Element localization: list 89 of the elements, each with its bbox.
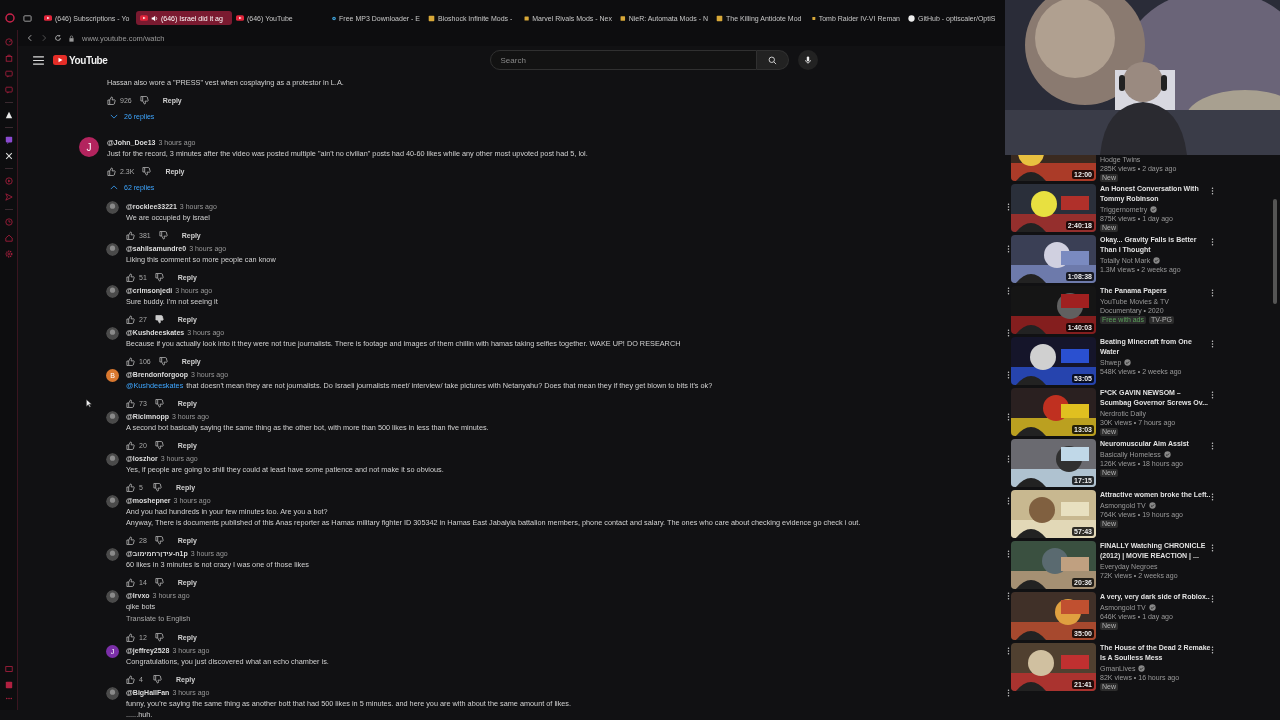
dislike-icon[interactable] [158,230,168,240]
triangle-icon[interactable] [4,111,13,119]
more-icon[interactable] [1211,340,1214,348]
like-icon[interactable] [126,482,135,492]
avatar[interactable] [106,590,119,603]
gear-icon[interactable] [4,250,13,258]
more-icon[interactable] [1007,245,1010,253]
avatar[interactable] [106,548,119,561]
dislike-icon[interactable] [154,272,164,282]
avatar[interactable]: J [79,137,99,157]
like-icon[interactable] [126,314,135,324]
avatar[interactable] [106,453,119,466]
square-icon [812,14,816,22]
reload-icon[interactable] [54,34,62,42]
like-icon[interactable] [126,398,135,408]
avatar[interactable] [106,411,119,424]
dislike-icon[interactable] [154,632,164,642]
tabs-icon[interactable] [23,13,32,23]
dislike-icon[interactable] [154,577,164,587]
lock-icon [68,34,75,42]
square-icon [428,14,435,22]
avatar[interactable] [106,285,119,298]
like-icon[interactable] [107,166,116,176]
x-icon[interactable] [4,152,13,160]
more-icon[interactable] [1007,287,1010,295]
like-icon[interactable] [126,272,135,282]
more-icon[interactable] [1007,497,1010,505]
more-icon[interactable] [1007,689,1010,697]
like-icon[interactable] [126,577,135,587]
dislike-icon[interactable] [153,482,162,492]
dislike-icon[interactable] [158,356,168,366]
play-icon [140,15,148,21]
microphone-button[interactable] [797,50,818,70]
dislike-icon[interactable] [154,398,164,408]
cursor-icon [86,399,92,408]
bubble-icon[interactable] [4,136,13,144]
youtube-logo[interactable]: YouTube [53,54,108,66]
dislike-icon[interactable] [139,95,149,105]
search-button[interactable] [756,50,789,70]
disc-icon [332,14,337,22]
more-icon[interactable] [1007,647,1010,655]
more-icon[interactable] [1007,413,1010,421]
like-icon[interactable] [126,674,135,684]
chevron-icon [110,113,118,119]
dislike-icon[interactable] [142,166,152,176]
more-icon[interactable] [1007,455,1010,463]
avatar[interactable] [106,201,119,214]
more-icon[interactable] [1211,391,1214,399]
more-icon[interactable] [1211,238,1214,246]
more-icon[interactable] [1007,203,1010,211]
play-icon [236,15,244,21]
search-field[interactable]: Search [489,50,757,70]
more-icon[interactable] [1211,442,1214,450]
menu-icon[interactable] [33,55,44,65]
dislike-icon[interactable] [154,535,164,545]
microphone-icon [803,56,812,64]
avatar[interactable] [106,243,119,256]
dislike-icon[interactable] [154,314,164,324]
back-icon[interactable] [26,34,34,42]
avatar[interactable] [106,687,119,700]
more-icon[interactable] [1211,493,1214,501]
avatar[interactable] [106,327,119,340]
play-icon [44,15,52,21]
more-icon[interactable] [1211,595,1214,603]
more-icon[interactable] [1007,329,1010,337]
scrollbar-thumb[interactable] [1273,199,1277,304]
more-icon[interactable] [1007,592,1010,600]
chevron-icon [110,184,118,190]
more-icon[interactable] [1211,646,1214,654]
more-icon[interactable] [1211,544,1214,552]
more-icon[interactable] [1007,550,1010,558]
ring-icon[interactable] [5,13,15,23]
like-icon[interactable] [107,95,116,105]
like-icon[interactable] [126,440,135,450]
like-icon[interactable] [126,230,135,240]
like-icon[interactable] [126,535,135,545]
dislike-icon[interactable] [154,440,164,450]
more-icon[interactable] [1007,371,1010,379]
speaker-icon[interactable] [151,14,158,22]
avatar[interactable] [106,495,119,508]
dislike-icon[interactable] [153,674,162,684]
box-icon[interactable] [4,681,13,689]
search-icon [767,55,777,65]
bag-icon[interactable] [4,54,13,62]
more-icon[interactable] [1211,289,1214,297]
like-icon[interactable] [126,632,135,642]
like-icon[interactable] [126,356,135,366]
square-icon [716,14,723,22]
more-icon[interactable] [1211,187,1214,195]
